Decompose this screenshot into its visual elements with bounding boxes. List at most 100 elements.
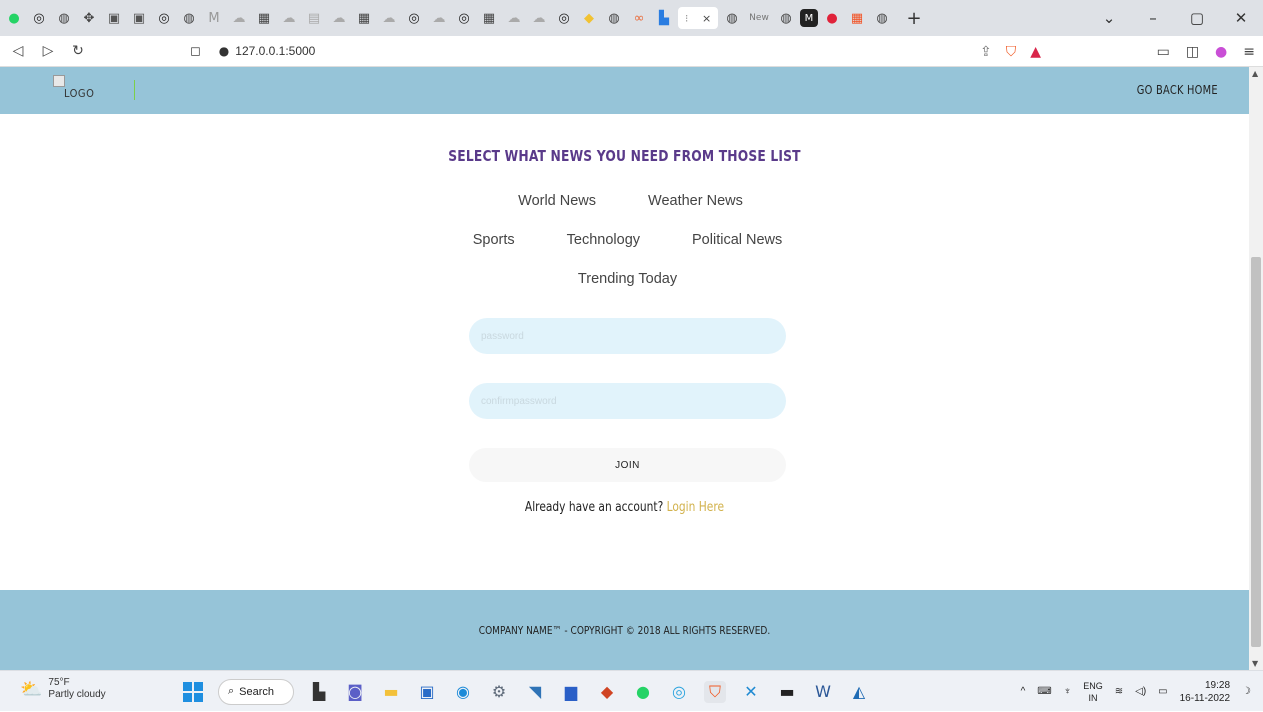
scroll-up-icon[interactable]: ▲ (1252, 69, 1258, 78)
scroll-down-icon[interactable]: ▼ (1252, 659, 1258, 668)
cloud-icon[interactable]: ☁ (228, 7, 250, 29)
gmail-icon[interactable]: M (203, 7, 225, 29)
cloud-icon[interactable]: ☁ (378, 7, 400, 29)
back-icon[interactable]: ◁ (6, 43, 30, 59)
github-icon[interactable]: ◎ (403, 7, 425, 29)
grid-icon[interactable]: ▦ (253, 7, 275, 29)
scrollbar[interactable]: ▲ ▼ (1249, 67, 1263, 670)
record-icon[interactable]: ● (821, 7, 843, 29)
volume-icon[interactable]: ◁) (1135, 686, 1146, 697)
sidebar-icon[interactable]: ▭ (1157, 44, 1170, 60)
menu-icon[interactable]: ≡ (1243, 44, 1255, 60)
clock-date: 16-11-2022 (1179, 692, 1231, 704)
news-weather[interactable]: Weather News (648, 193, 743, 209)
file-explorer-icon[interactable]: ▬ (380, 681, 402, 703)
language-indicator[interactable]: ENG IN (1083, 680, 1103, 704)
github-icon[interactable]: ◎ (153, 7, 175, 29)
python-icon[interactable]: ◆ (578, 7, 600, 29)
bookmark-icon[interactable]: ◻ (190, 44, 201, 59)
microsoft-icon[interactable]: ▦ (846, 7, 868, 29)
globe-icon[interactable]: ◍ (178, 7, 200, 29)
go-back-home-link[interactable]: GO BACK HOME (1137, 83, 1218, 97)
grid-icon[interactable]: ▦ (478, 7, 500, 29)
start-button[interactable] (182, 681, 204, 703)
globe-icon[interactable]: ◍ (721, 7, 743, 29)
github-icon[interactable]: ◎ (28, 7, 50, 29)
medium-icon[interactable]: M (800, 9, 818, 27)
brave-rewards-icon[interactable]: ▲ (1030, 44, 1041, 60)
settings-icon[interactable]: ⚙ (488, 681, 510, 703)
tab-active[interactable]: ⁝ × (678, 7, 718, 29)
clock[interactable]: 19:28 16-11-2022 (1180, 679, 1230, 705)
globe-icon[interactable]: ◍ (871, 7, 893, 29)
store-icon[interactable]: ▣ (416, 681, 438, 703)
bar-icon[interactable]: ▙ (653, 7, 675, 29)
meet-icon[interactable]: ◙ (344, 681, 366, 703)
whatsapp-icon[interactable]: ● (632, 681, 654, 703)
news-trending[interactable]: Trending Today (578, 271, 677, 287)
new-tab-button[interactable]: + (903, 8, 925, 29)
photos-icon[interactable]: ◭ (848, 681, 870, 703)
brave-shield-icon[interactable]: ⛉ (1006, 44, 1017, 60)
taskbar-app-icon[interactable]: ▆ (560, 681, 582, 703)
news-world[interactable]: World News (518, 193, 596, 209)
grid-icon[interactable]: ▦ (353, 7, 375, 29)
link-icon[interactable]: ∞ (628, 7, 650, 29)
login-link[interactable]: Login Here (667, 500, 724, 515)
close-window-button[interactable]: ✕ (1219, 9, 1263, 27)
brave-icon[interactable]: ⛉ (704, 680, 726, 703)
globe-icon[interactable]: ◍ (603, 7, 625, 29)
browser-tab-strip: ● ◎ ◍ ✥ ▣ ▣ ◎ ◍ M ☁ ▦ ☁ ▤ ☁ ▦ ☁ ◎ ☁ ◎ ▦ … (0, 0, 1263, 36)
globe-icon[interactable]: ◍ (775, 7, 797, 29)
maximize-button[interactable]: ▢ (1175, 9, 1219, 27)
vscode-icon[interactable]: ✕ (740, 681, 762, 703)
password-field[interactable] (469, 318, 786, 354)
news-technology[interactable]: Technology (567, 232, 640, 248)
globe-icon[interactable]: ◍ (53, 7, 75, 29)
taskbar-search[interactable]: ⌕ Search (218, 678, 294, 705)
battery-icon[interactable]: ▭ (1158, 686, 1167, 697)
whatsapp-icon[interactable]: ● (3, 7, 25, 29)
reload-icon[interactable]: ↻ (66, 43, 90, 59)
task-view-icon[interactable]: ▙ (308, 681, 330, 703)
tab-new-news[interactable]: New (746, 7, 772, 29)
v-icon[interactable]: ▣ (103, 7, 125, 29)
chevron-up-icon[interactable]: ^ (1021, 686, 1026, 697)
v-icon[interactable]: ▣ (128, 7, 150, 29)
word-icon[interactable]: W (812, 681, 834, 703)
wallet-icon[interactable]: ◫ (1186, 44, 1199, 60)
cloud-icon[interactable]: ☁ (328, 7, 350, 29)
profile-avatar[interactable]: ● (1215, 44, 1227, 60)
weather-widget[interactable]: ⛅ 75°F Partly cloudy (20, 677, 106, 701)
terminal-icon[interactable]: ▬ (776, 681, 798, 703)
tab-close-icon[interactable]: × (702, 12, 711, 25)
url-field[interactable]: 127.0.0.1:5000 (235, 44, 315, 58)
notifications-icon[interactable]: ☽ (1242, 686, 1251, 697)
confirm-password-field[interactable] (469, 383, 786, 419)
microphone-icon[interactable]: ♆ (1064, 686, 1072, 697)
cloud-icon[interactable]: ☁ (278, 7, 300, 29)
github-icon[interactable]: ◎ (453, 7, 475, 29)
doc-icon[interactable]: ▤ (303, 7, 325, 29)
tab-search-icon[interactable]: ⌄ (1087, 9, 1131, 27)
telegram-icon[interactable]: ◎ (668, 681, 690, 703)
forward-icon[interactable]: ▷ (36, 43, 60, 59)
share-icon[interactable]: ⇪ (980, 44, 992, 60)
join-button[interactable]: JOIN (469, 448, 786, 482)
cloud-icon[interactable]: ☁ (528, 7, 550, 29)
cloud-icon[interactable]: ☁ (428, 7, 450, 29)
scrollbar-thumb[interactable] (1251, 257, 1261, 647)
powerpoint-icon[interactable]: ◆ (596, 681, 618, 703)
cloud-icon[interactable]: ☁ (503, 7, 525, 29)
github-icon[interactable]: ◎ (553, 7, 575, 29)
news-political[interactable]: Political News (692, 232, 782, 248)
minimize-button[interactable]: – (1131, 9, 1175, 27)
logo[interactable]: LOGO (53, 75, 94, 100)
keyboard-icon[interactable]: ⌨ (1037, 686, 1051, 697)
extension-icon[interactable]: ✥ (78, 7, 100, 29)
site-info-icon[interactable]: ● (219, 44, 229, 58)
edge-icon[interactable]: ◉ (452, 681, 474, 703)
wifi-icon[interactable]: ≋ (1115, 686, 1123, 697)
news-sports[interactable]: Sports (473, 232, 515, 248)
python-icon[interactable]: ◥ (524, 681, 546, 703)
